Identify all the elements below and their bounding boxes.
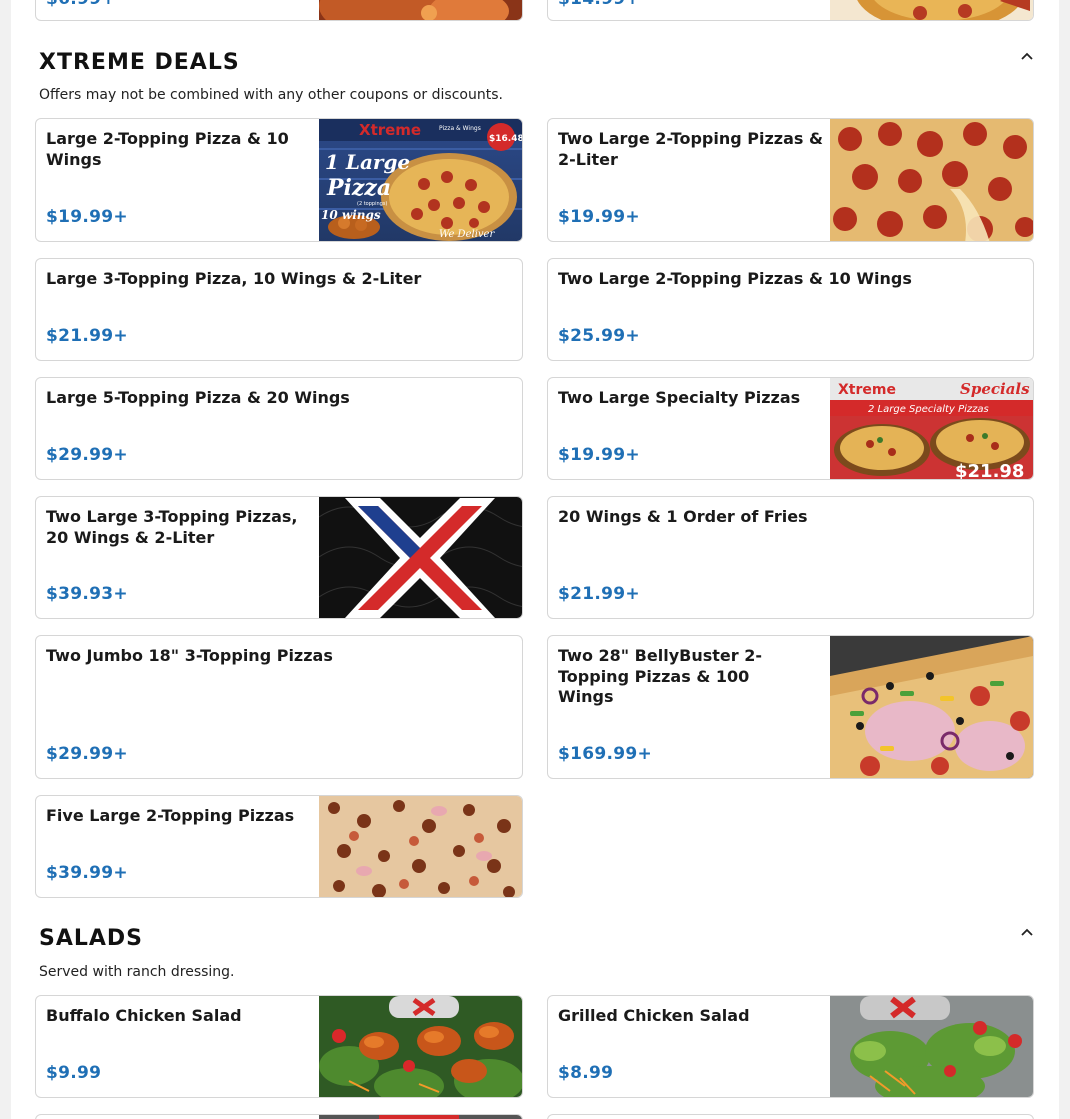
item-price: $25.99+ xyxy=(558,326,640,346)
svg-text:Pizza: Pizza xyxy=(326,175,391,201)
menu-item-card[interactable]: Two Large 2-Topping Pizzas & 2-Liter $19… xyxy=(547,118,1034,242)
item-image: Xtreme Pizza & Wings $16.48 1 Large Pizz… xyxy=(319,119,522,241)
menu-item-card[interactable]: Two Large Specialty Pizzas $19.99+ Xtrem… xyxy=(547,377,1034,480)
svg-text:Pizza & Wings: Pizza & Wings xyxy=(439,125,481,132)
svg-text:$16.48: $16.48 xyxy=(489,134,522,144)
chevron-up-icon[interactable] xyxy=(1019,924,1035,940)
item-price: $14.99+ xyxy=(558,0,640,9)
item-image xyxy=(830,119,1033,241)
menu-item-card[interactable]: Five Large 2-Topping Pizzas $39.99+ xyxy=(35,795,523,898)
item-price: $19.99+ xyxy=(558,445,640,465)
brand-text: Xtreme xyxy=(359,121,421,139)
item-image xyxy=(830,0,1033,20)
section-title-salads: SALADS xyxy=(39,926,144,951)
item-price: $9.99 xyxy=(46,1063,102,1083)
item-name: Two Large Specialty Pizzas xyxy=(558,388,801,407)
item-image xyxy=(319,1115,522,1119)
menu-item-card[interactable]: Large 5-Topping Pizza & 20 Wings $29.99+ xyxy=(35,377,523,480)
menu-item-card[interactable]: $6.99+ xyxy=(35,0,523,21)
item-price: $8.99 xyxy=(558,1063,614,1083)
item-name: Two Large 2-Topping Pizzas & 2-Liter xyxy=(558,129,823,169)
item-price: $29.99+ xyxy=(46,744,128,764)
item-price: $29.99+ xyxy=(46,445,128,465)
menu-item-card[interactable]: Two Jumbo 18" 3-Topping Pizzas $29.99+ xyxy=(35,635,523,779)
menu-item-card[interactable]: Large 3-Topping Pizza, 10 Wings & 2-Lite… xyxy=(35,258,523,361)
svg-text:Specials: Specials xyxy=(960,380,1030,398)
item-name: Two 28" BellyBuster 2-Topping Pizzas & 1… xyxy=(558,646,762,706)
menu-item-card[interactable]: 20 Wings & 1 Order of Fries $21.99+ xyxy=(547,496,1034,619)
item-name: Large 3-Topping Pizza, 10 Wings & 2-Lite… xyxy=(46,269,422,288)
item-price: $21.99+ xyxy=(558,584,640,604)
item-name: Two Large 2-Topping Pizzas & 10 Wings xyxy=(558,269,912,288)
svg-text:$21.98: $21.98 xyxy=(955,461,1024,479)
section-description: Offers may not be combined with any othe… xyxy=(39,87,503,103)
item-image xyxy=(319,497,522,618)
chevron-up-icon[interactable] xyxy=(1019,48,1035,64)
item-name: 20 Wings & 1 Order of Fries xyxy=(558,507,808,526)
item-price: $21.99+ xyxy=(46,326,128,346)
item-price: $39.99+ xyxy=(46,863,128,883)
item-image xyxy=(830,996,1033,1097)
item-name: Large 2-Topping Pizza & 10 Wings xyxy=(46,129,289,169)
svg-text:(2 toppings): (2 toppings) xyxy=(357,201,387,207)
menu-item-card[interactable]: Two Large 2-Topping Pizzas & 10 Wings $2… xyxy=(547,258,1034,361)
svg-text:Xtreme: Xtreme xyxy=(838,382,896,398)
item-price: $6.99+ xyxy=(46,0,116,9)
item-name: Grilled Chicken Salad xyxy=(558,1006,750,1025)
menu-item-card[interactable] xyxy=(35,1114,523,1119)
svg-text:2 Large Specialty Pizzas: 2 Large Specialty Pizzas xyxy=(868,404,989,415)
item-price: $39.93+ xyxy=(46,584,128,604)
svg-text:We Deliver: We Deliver xyxy=(439,229,495,240)
item-image xyxy=(319,0,522,20)
menu-item-card[interactable]: Buffalo Chicken Salad $9.99 xyxy=(35,995,523,1098)
item-image: Xtreme Specials 2 Large Specialty Pizzas… xyxy=(830,378,1033,479)
item-image xyxy=(319,996,522,1097)
svg-text:10 wings: 10 wings xyxy=(321,208,381,222)
menu-item-card[interactable] xyxy=(547,1114,1034,1119)
menu-item-card[interactable]: Two Large 3-Topping Pizzas, 20 Wings & 2… xyxy=(35,496,523,619)
item-name: Two Large 3-Topping Pizzas, 20 Wings & 2… xyxy=(46,507,298,547)
item-price: $169.99+ xyxy=(558,744,653,764)
menu-item-card[interactable]: Large 2-Topping Pizza & 10 Wings $19.99+… xyxy=(35,118,523,242)
item-image xyxy=(830,636,1033,778)
menu-item-card[interactable]: Two 28" BellyBuster 2-Topping Pizzas & 1… xyxy=(547,635,1034,779)
item-name: Two Jumbo 18" 3-Topping Pizzas xyxy=(46,646,333,665)
item-name: Five Large 2-Topping Pizzas xyxy=(46,806,295,825)
item-image xyxy=(319,796,522,897)
item-price: $19.99+ xyxy=(558,207,640,227)
item-name: Buffalo Chicken Salad xyxy=(46,1006,242,1025)
menu-item-card[interactable]: Grilled Chicken Salad $8.99 xyxy=(547,995,1034,1098)
section-title-xtreme-deals: XTREME DEALS xyxy=(39,50,240,75)
svg-text:1 Large: 1 Large xyxy=(325,150,410,174)
menu-page: $6.99+ $14.99+ XTREME DEALS Of xyxy=(11,0,1059,1119)
menu-item-card[interactable]: $14.99+ xyxy=(547,0,1034,21)
item-name: Large 5-Topping Pizza & 20 Wings xyxy=(46,388,350,407)
item-price: $19.99+ xyxy=(46,207,128,227)
section-description: Served with ranch dressing. xyxy=(39,964,235,980)
